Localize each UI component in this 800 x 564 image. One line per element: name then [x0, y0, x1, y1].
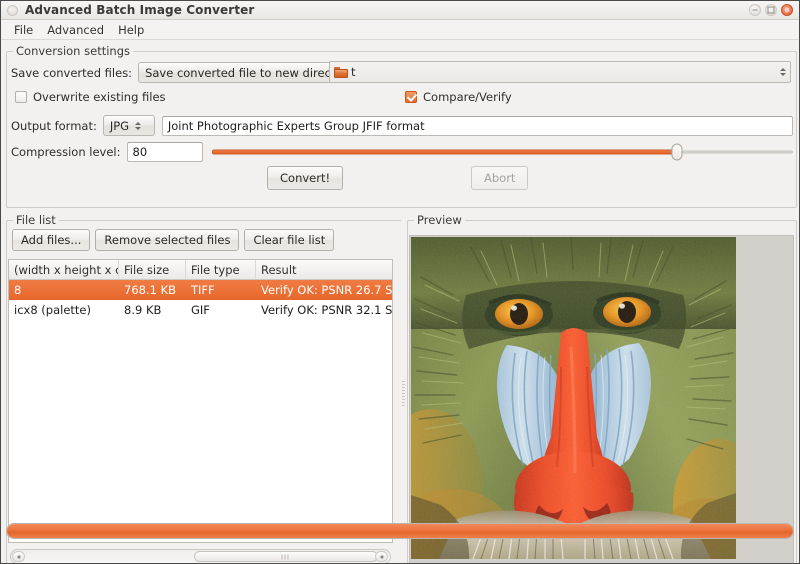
cell-result: Verify OK: PSNR 26.7 SSIM: 0.7789 — [261, 283, 392, 297]
column-header-file-type[interactable]: File type — [186, 260, 256, 279]
compare-verify-row: Compare/Verify — [405, 90, 512, 104]
close-button[interactable] — [781, 4, 793, 16]
splitter-grip — [402, 381, 405, 407]
save-converted-row: Save converted files: Save converted fil… — [11, 62, 366, 83]
slider-fill — [212, 149, 677, 155]
mandrill-baboon-test-image — [411, 237, 736, 559]
app-icon — [7, 4, 18, 16]
file-list-title: File list — [13, 213, 59, 227]
table-header-row: (width x height x col File size File typ… — [9, 260, 392, 280]
preview-image — [411, 237, 736, 559]
output-format-combo[interactable]: JPG — [102, 115, 155, 136]
slider-handle[interactable] — [671, 143, 683, 161]
compression-row: Compression level: 80 — [11, 142, 793, 162]
clear-file-list-button[interactable]: Clear file list — [244, 229, 335, 251]
chevron-updown-icon — [780, 68, 786, 76]
save-converted-label: Save converted files: — [11, 65, 133, 80]
maximize-button[interactable] — [765, 4, 777, 16]
file-list-table[interactable]: (width x height x col File size File typ… — [8, 259, 393, 543]
conversion-progress-bar — [6, 523, 794, 539]
preview-title: Preview — [414, 213, 465, 227]
output-directory-value: t — [351, 65, 356, 79]
table-row[interactable]: 8 768.1 KB TIFF Verify OK: PSNR 26.7 SSI… — [9, 280, 392, 300]
compare-verify-checkbox[interactable]: Compare/Verify — [405, 90, 512, 104]
abort-button-row: Abort — [471, 166, 529, 190]
cell-file-size: 8.9 KB — [124, 303, 162, 317]
compression-slider[interactable] — [212, 143, 793, 161]
menu-file[interactable]: File — [7, 22, 40, 38]
column-header-dimensions[interactable]: (width x height x col — [9, 260, 119, 279]
output-directory-combo[interactable]: t — [329, 61, 791, 83]
abort-button: Abort — [471, 166, 529, 190]
preview-area[interactable] — [409, 235, 794, 563]
file-list-horizontal-scrollbar[interactable] — [10, 549, 391, 563]
remove-selected-files-button[interactable]: Remove selected files — [95, 229, 240, 251]
convert-button-row: Convert! — [267, 166, 344, 190]
panel-splitter[interactable] — [401, 220, 406, 563]
add-files-button[interactable]: Add files... — [12, 229, 91, 251]
output-format-description: Joint Photographic Experts Group JFIF fo… — [167, 118, 425, 133]
cell-dimensions: 8 — [14, 283, 22, 297]
cell-file-type: GIF — [191, 303, 210, 317]
application-window: Advanced Batch Image Converter File Adva… — [0, 0, 800, 564]
title-bar: Advanced Batch Image Converter — [1, 1, 799, 20]
main-content: Conversion settings Save converted files… — [1, 40, 799, 563]
table-row[interactable]: icx8 (palette) 8.9 KB GIF Verify OK: PSN… — [9, 300, 392, 320]
checkbox-box-checked — [405, 91, 417, 103]
window-controls — [749, 4, 793, 16]
checkbox-box — [15, 91, 27, 103]
folder-icon — [334, 66, 348, 78]
column-header-file-size[interactable]: File size — [119, 260, 186, 279]
column-header-result[interactable]: Result — [256, 260, 392, 279]
overwrite-label: Overwrite existing files — [33, 90, 166, 104]
menu-help[interactable]: Help — [111, 22, 151, 38]
output-directory-row: t — [329, 61, 791, 83]
menu-bar: File Advanced Help — [1, 20, 799, 40]
file-list-group: File list Add files... Remove selected f… — [6, 213, 403, 563]
compression-value: 80 — [132, 145, 148, 159]
conversion-settings-group: Conversion settings Save converted files… — [6, 44, 797, 208]
output-format-row: Output format: JPG Joint Photographic Ex… — [11, 115, 793, 136]
convert-button[interactable]: Convert! — [267, 166, 344, 190]
menu-advanced[interactable]: Advanced — [40, 22, 111, 38]
minimize-button[interactable] — [749, 4, 761, 16]
scroll-right-arrow-icon[interactable] — [375, 551, 388, 562]
compression-label: Compression level: — [11, 145, 121, 159]
compare-verify-label: Compare/Verify — [423, 90, 512, 104]
save-mode-value: Save converted file to new directory — [145, 65, 354, 80]
scrollbar-thumb[interactable] — [194, 551, 378, 562]
output-format-description-field[interactable]: Joint Photographic Experts Group JFIF fo… — [161, 115, 793, 136]
output-format-label: Output format: — [11, 118, 97, 133]
overwrite-row: Overwrite existing files — [15, 90, 166, 104]
conversion-settings-title: Conversion settings — [13, 44, 133, 58]
scroll-left-arrow-icon[interactable] — [12, 551, 25, 562]
window-title: Advanced Batch Image Converter — [25, 3, 255, 17]
output-format-value: JPG — [109, 118, 130, 133]
file-list-toolbar: Add files... Remove selected files Clear… — [12, 229, 335, 251]
cell-file-type: TIFF — [191, 283, 215, 297]
chevron-updown-icon — [135, 121, 142, 130]
cell-dimensions: icx8 (palette) — [14, 303, 91, 317]
cell-file-size: 768.1 KB — [124, 283, 177, 297]
cell-result: Verify OK: PSNR 32.1 SSIM: 0.9023 — [261, 303, 392, 317]
compression-value-field[interactable]: 80 — [126, 142, 204, 162]
overwrite-checkbox[interactable]: Overwrite existing files — [15, 90, 166, 104]
preview-group: Preview — [407, 213, 797, 563]
save-mode-combo[interactable]: Save converted file to new directory — [138, 62, 366, 83]
progress-bar-fill — [7, 524, 793, 538]
